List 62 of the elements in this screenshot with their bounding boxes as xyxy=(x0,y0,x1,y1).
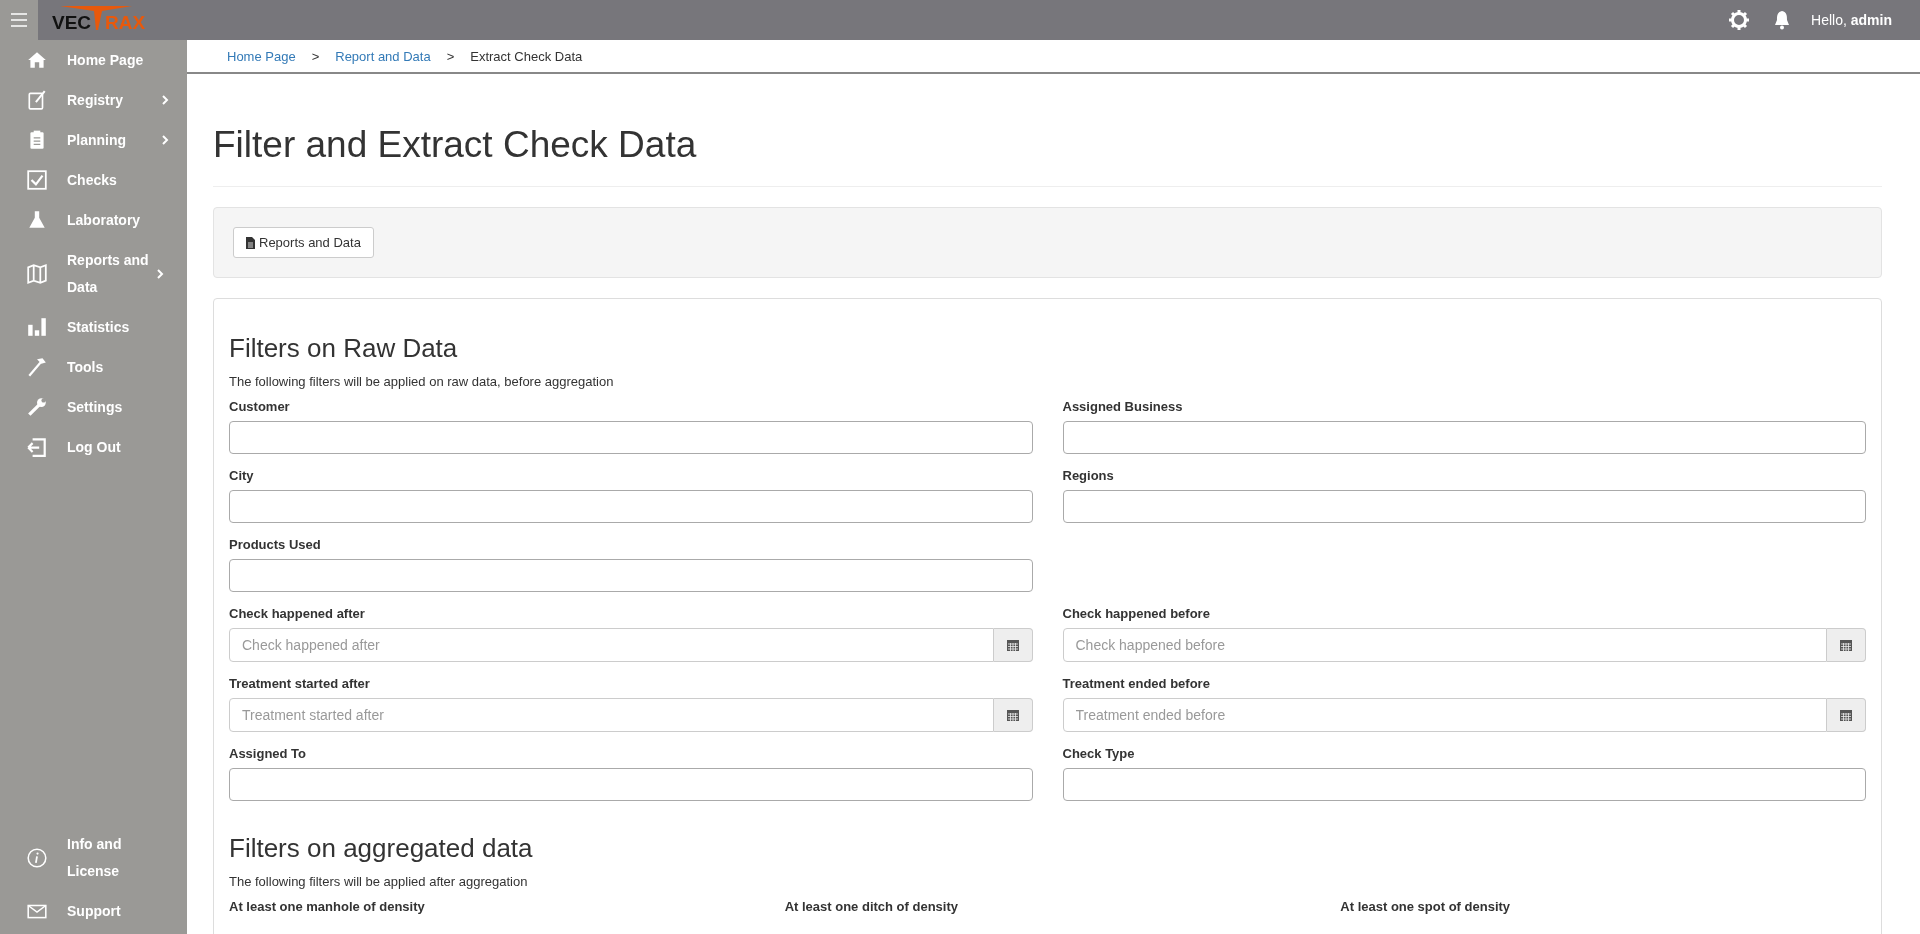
breadcrumb-current: Extract Check Data xyxy=(470,48,583,64)
sidebar-item-icon xyxy=(26,356,48,378)
field-label: At least one spot of density xyxy=(1340,899,1512,914)
sidebar-item[interactable]: Reports and Data xyxy=(0,240,187,307)
field-label: Treatment ended before xyxy=(1062,676,1211,691)
calendar-icon xyxy=(1840,709,1852,721)
calendar-icon xyxy=(1840,639,1852,651)
sidebar-item-icon xyxy=(26,316,48,338)
field-label: Assigned Business xyxy=(1062,399,1184,414)
input-field[interactable] xyxy=(1062,490,1866,523)
input-field[interactable] xyxy=(229,559,1033,592)
sidebar-item[interactable]: Info and License xyxy=(0,824,187,891)
section-title: Filters on aggregated data xyxy=(229,833,534,864)
sidebar-item[interactable]: Home Page xyxy=(0,40,187,80)
page-title: Filter and Extract Check Data xyxy=(213,124,1882,187)
user-greeting: Hello, admin xyxy=(1811,12,1892,28)
bell-icon[interactable] xyxy=(1773,10,1792,30)
sidebar-item-icon xyxy=(26,262,48,285)
field-label: Treatment started after xyxy=(229,676,371,691)
calendar-icon xyxy=(1006,639,1019,651)
sidebar-item[interactable]: Planning xyxy=(0,120,187,160)
field-label: Regions xyxy=(1062,468,1115,483)
sidebar-item[interactable]: Tools xyxy=(0,347,187,387)
menu-icon[interactable] xyxy=(11,13,27,27)
sidebar-item-icon xyxy=(26,396,48,418)
input-field[interactable] xyxy=(1062,768,1866,801)
section-title: Filters on Raw Data xyxy=(229,333,459,364)
reports-button[interactable]: Reports and Data xyxy=(233,227,374,258)
field-label: Products Used xyxy=(229,537,322,552)
breadcrumb-link[interactable]: Report and Data xyxy=(335,48,431,64)
breadcrumb-link[interactable]: Home Page xyxy=(227,48,296,64)
sidebar-item-icon xyxy=(26,209,48,231)
field-label: Check happened before xyxy=(1062,606,1211,621)
sidebar-item-icon xyxy=(26,846,48,869)
section-description: The following filters will be applied on raw data, before aggregation xyxy=(229,374,615,389)
breadcrumb-separator: > xyxy=(446,48,455,64)
document-icon xyxy=(246,236,255,249)
field-label: City xyxy=(229,468,255,483)
field-label: Assigned To xyxy=(229,746,308,761)
field-label: Customer xyxy=(229,399,291,414)
sidebar-item[interactable]: Laboratory xyxy=(0,200,187,240)
field-label: At least one manhole of density xyxy=(229,899,426,914)
calendar-icon xyxy=(1006,709,1019,721)
section-description: The following filters will be applied after aggregation xyxy=(229,874,529,889)
field-label: Check Type xyxy=(1062,746,1136,761)
input-field[interactable] xyxy=(1062,421,1866,454)
field-label: At least one ditch of density xyxy=(784,899,959,914)
sidebar-item[interactable]: Log Out xyxy=(0,427,187,467)
settings-icon[interactable] xyxy=(1729,10,1750,30)
sidebar-item-icon xyxy=(26,89,48,111)
sidebar-item[interactable]: Settings xyxy=(0,387,187,427)
input-field[interactable] xyxy=(229,768,1033,801)
sidebar-item[interactable]: Statistics xyxy=(0,307,187,347)
sidebar-item[interactable]: Checks xyxy=(0,160,187,200)
breadcrumb-separator: > xyxy=(311,48,320,64)
sidebar-item[interactable]: Support xyxy=(0,891,187,931)
sidebar-item-icon xyxy=(26,436,48,458)
input-field[interactable] xyxy=(229,421,1033,454)
field-label: Check happened after xyxy=(229,606,366,621)
sidebar-item[interactable]: Registry xyxy=(0,80,187,120)
sidebar-item-icon xyxy=(26,169,48,191)
input-field[interactable] xyxy=(229,490,1033,523)
